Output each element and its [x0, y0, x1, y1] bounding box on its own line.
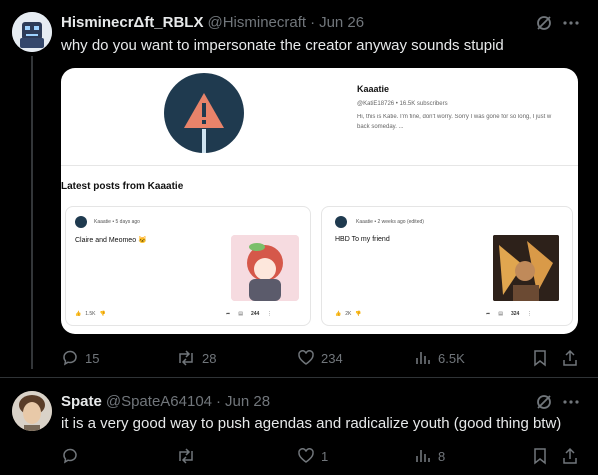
- reply-icon: [63, 350, 77, 366]
- retweet-icon: [179, 350, 193, 366]
- channel-meta: @KatiE18726 • 16.5K subscribers: [357, 101, 448, 107]
- post-more-icon[interactable]: ⋮: [527, 311, 532, 317]
- post-image: [231, 235, 299, 301]
- channel-name: Kaaatie: [357, 84, 390, 94]
- more-icon[interactable]: [562, 393, 580, 411]
- channel-description-more: back someday. ...: [357, 124, 404, 130]
- comment-icon[interactable]: ▤: [498, 311, 503, 317]
- retweet-button[interactable]: 28: [176, 349, 216, 367]
- retweet-button[interactable]: [176, 447, 202, 465]
- retweet-count: 28: [202, 350, 217, 366]
- like-button[interactable]: 234: [297, 349, 343, 367]
- views-icon: [416, 450, 430, 462]
- post-text: Claire and Meomeo 🐱: [75, 237, 147, 244]
- timestamp[interactable]: Jun 28: [225, 393, 270, 410]
- post-avatar: [335, 216, 347, 228]
- post-comments: 244: [250, 311, 260, 317]
- reply-count: 15: [85, 350, 100, 366]
- thumbs-down-icon[interactable]: 👎: [355, 311, 361, 317]
- separator-dot: ·: [310, 14, 316, 31]
- post-time: 2 weeks ago (edited): [377, 219, 424, 225]
- bookmark-icon[interactable]: [531, 349, 549, 367]
- post-text: HBD To my friend: [335, 236, 390, 243]
- post-more-icon[interactable]: ⋮: [267, 311, 272, 317]
- retweet-icon: [179, 448, 193, 464]
- avatar[interactable]: [12, 391, 52, 431]
- post-likes: 1.5K: [85, 311, 96, 317]
- post-comments: 324: [510, 311, 520, 317]
- thumbs-up-icon[interactable]: 👍: [335, 311, 341, 317]
- post-avatar: [75, 216, 87, 228]
- views-button[interactable]: 8: [414, 447, 445, 465]
- post-author: Kaaatie: [94, 219, 111, 225]
- handle[interactable]: @Hisminecraft: [207, 14, 306, 31]
- views-count: 8: [438, 448, 446, 464]
- display-name[interactable]: Spate: [61, 393, 102, 410]
- post-image: [493, 235, 559, 301]
- divider: [61, 165, 578, 166]
- grok-icon[interactable]: [535, 14, 553, 32]
- like-button[interactable]: 1: [297, 447, 328, 465]
- share-icon[interactable]: ➦: [486, 311, 490, 317]
- community-post-1[interactable]: Kaaatie • 5 days ago Claire and Meomeo 🐱…: [65, 206, 311, 326]
- views-count: 6.5K: [438, 350, 465, 366]
- post-author: Kaaatie: [356, 219, 373, 225]
- post-likes: 2K: [345, 311, 352, 317]
- thumbs-up-icon[interactable]: 👍: [75, 311, 81, 317]
- reply-button[interactable]: 15: [61, 349, 99, 367]
- reply-button[interactable]: [61, 447, 85, 465]
- handle[interactable]: @SpateA64104: [106, 393, 212, 410]
- community-post-2[interactable]: Kaaatie • 2 weeks ago (edited) HBD To my…: [321, 206, 573, 326]
- views-icon: [416, 352, 430, 364]
- embedded-screenshot[interactable]: Kaaatie @KatiE18726 • 16.5K subscribers …: [61, 68, 578, 334]
- like-count: 1: [321, 448, 329, 464]
- section-title: Latest posts from Kaaatie: [61, 181, 184, 192]
- share-icon[interactable]: [561, 447, 579, 465]
- thread-line: [31, 56, 33, 369]
- display-name[interactable]: HisminecrΔft_RBLX: [61, 14, 203, 31]
- comment-icon[interactable]: ▤: [238, 311, 243, 317]
- divider: [0, 377, 598, 378]
- heart-icon: [298, 350, 314, 365]
- heart-icon: [298, 448, 314, 463]
- channel-avatar: [164, 73, 244, 153]
- reply-icon: [63, 448, 77, 464]
- channel-description: Hi, this is Katie. I'm fine, don't worry…: [357, 114, 552, 120]
- post-time: 5 days ago: [115, 219, 140, 225]
- tweet-text: it is a very good way to push agendas an…: [61, 415, 562, 432]
- bookmark-icon[interactable]: [531, 447, 549, 465]
- views-button[interactable]: 6.5K: [414, 349, 465, 367]
- separator-dot: ·: [216, 393, 222, 410]
- tweet-text: why do you want to impersonate the creat…: [61, 37, 504, 54]
- like-count: 234: [321, 350, 343, 366]
- share-icon[interactable]: [561, 349, 579, 367]
- thumbs-down-icon[interactable]: 👎: [100, 311, 106, 317]
- grok-icon[interactable]: [535, 393, 553, 411]
- share-icon[interactable]: ➦: [226, 311, 230, 317]
- more-icon[interactable]: [562, 14, 580, 32]
- timestamp[interactable]: Jun 26: [319, 14, 364, 31]
- avatar[interactable]: [12, 12, 52, 52]
